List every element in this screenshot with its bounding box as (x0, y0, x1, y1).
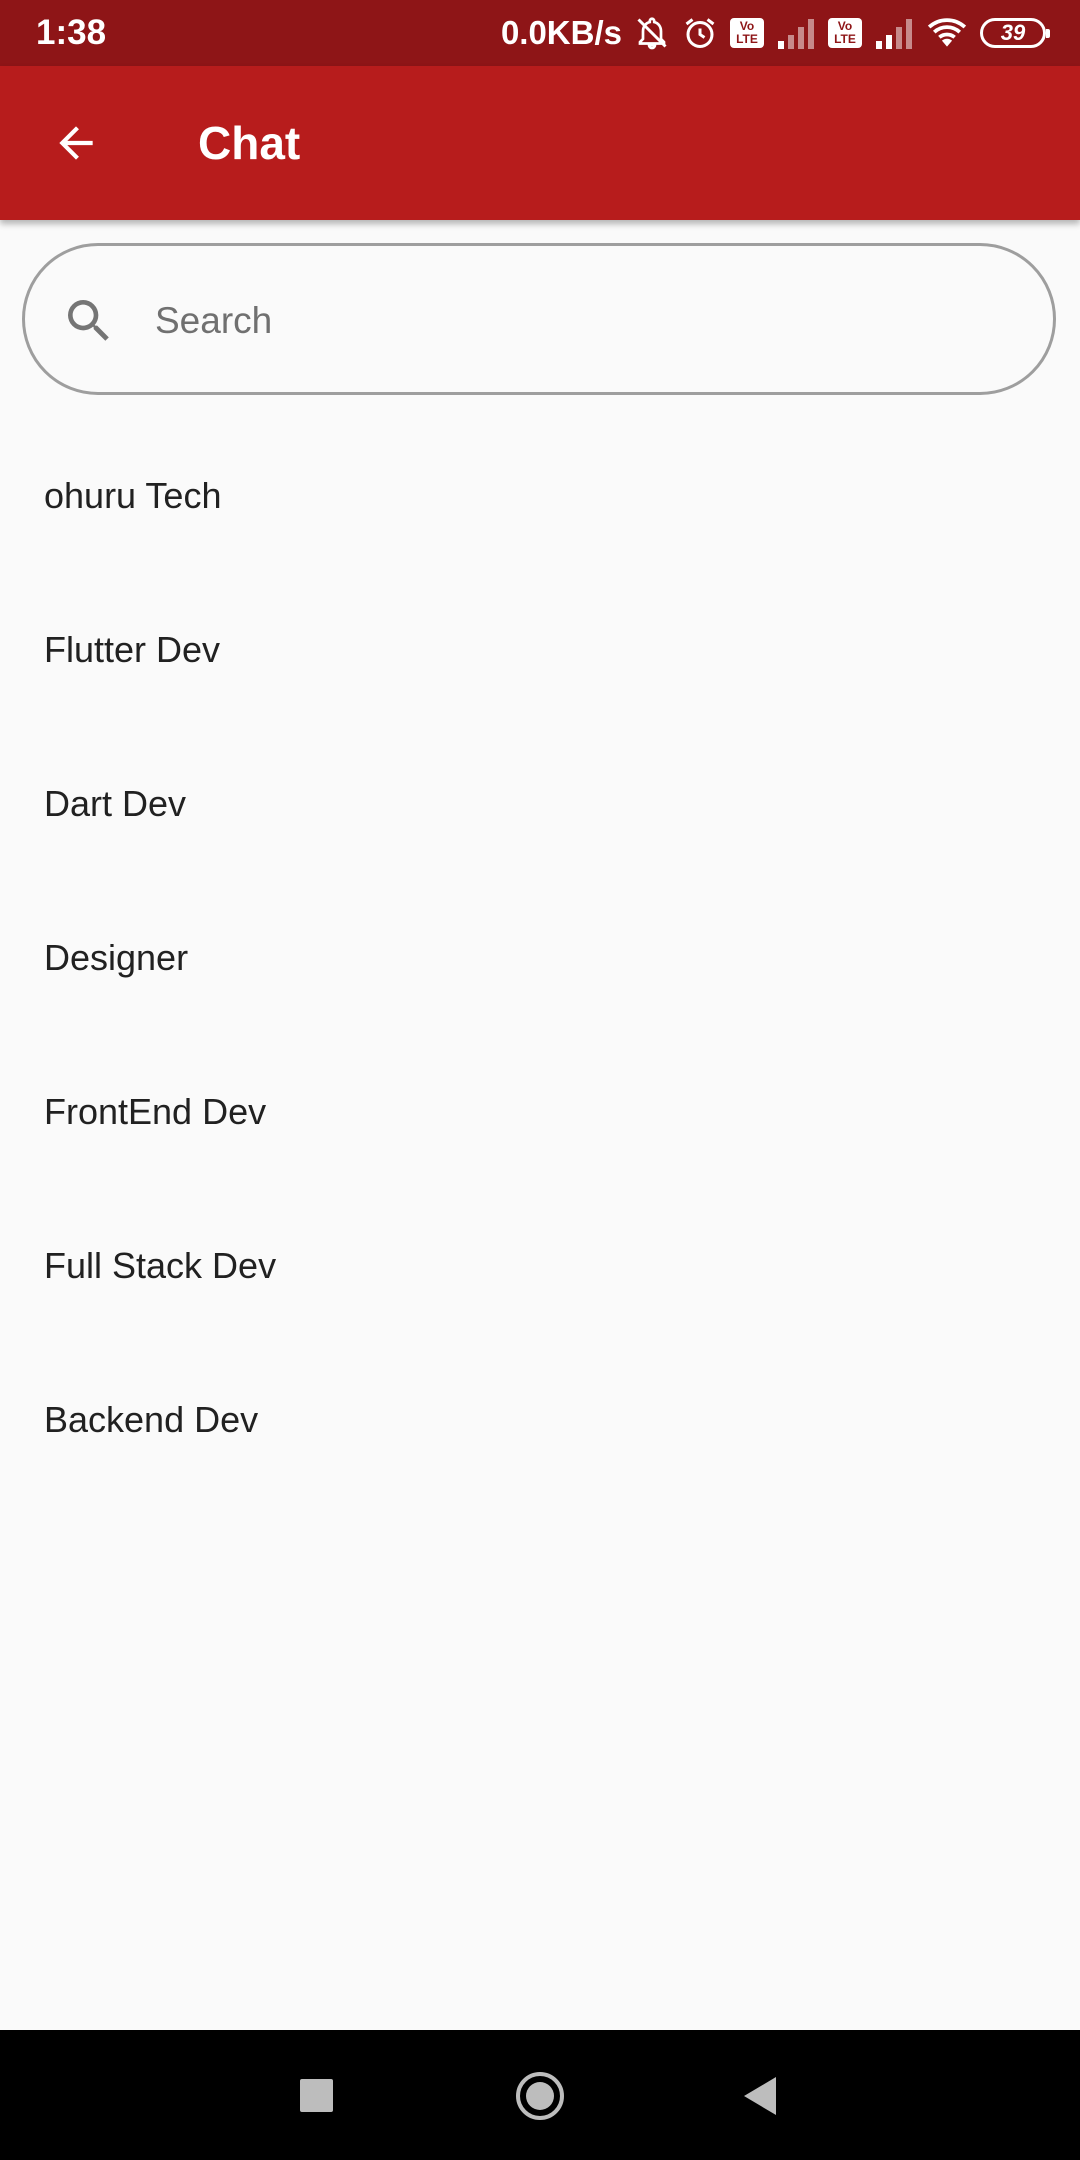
list-item-label: Backend Dev (44, 1399, 259, 1440)
page-title: Chat (198, 117, 301, 169)
app-bar: Chat (0, 66, 1080, 220)
battery-icon: 39 (980, 18, 1050, 48)
volte-icon: Vo LTE (730, 18, 764, 48)
arrow-back-icon (59, 126, 93, 160)
list-item[interactable]: Backend Dev (0, 1343, 1080, 1497)
status-icons: 0.0KB/s Vo LTE Vo LTE 39 (500, 8, 1050, 58)
signal-icon (776, 17, 816, 49)
list-item[interactable]: Dart Dev (0, 727, 1080, 881)
home-dot (526, 2082, 554, 2110)
list-item-label: ohuru Tech (44, 475, 222, 516)
list-item[interactable]: Full Stack Dev (0, 1189, 1080, 1343)
wifi-icon (926, 16, 968, 50)
back-button[interactable] (36, 103, 116, 183)
recents-icon[interactable] (300, 2079, 333, 2112)
net-speed: 0.0KB/s (500, 14, 622, 51)
list-item[interactable]: Flutter Dev (0, 573, 1080, 727)
search-box[interactable] (22, 243, 1056, 395)
home-icon[interactable] (516, 2072, 564, 2120)
list-item-label: FrontEnd Dev (44, 1091, 267, 1132)
list-item-label: Flutter Dev (44, 629, 221, 670)
system-nav-bar (0, 2030, 1080, 2160)
list-item-label: Designer (44, 937, 189, 978)
mute-icon (634, 15, 670, 51)
signal-icon (874, 17, 914, 49)
list-item[interactable]: Designer (0, 881, 1080, 1035)
status-bar: 1:38 0.0KB/s Vo LTE Vo LTE 39 (0, 0, 1080, 66)
list-item-label: Dart Dev (44, 783, 187, 824)
list-item[interactable]: ohuru Tech (0, 419, 1080, 573)
status-time: 1:38 (36, 13, 107, 52)
chat-list: ohuru Tech Flutter Dev Dart Dev Designer… (0, 419, 1080, 1497)
list-item-label: Full Stack Dev (44, 1245, 277, 1286)
battery-level: 39 (1000, 20, 1026, 45)
back-triangle-icon[interactable] (744, 2077, 776, 2115)
list-item[interactable]: FrontEnd Dev (0, 1035, 1080, 1189)
search-icon (68, 300, 109, 341)
alarm-icon (682, 15, 718, 51)
search-input[interactable] (153, 276, 1017, 366)
volte-icon: Vo LTE (828, 18, 862, 48)
